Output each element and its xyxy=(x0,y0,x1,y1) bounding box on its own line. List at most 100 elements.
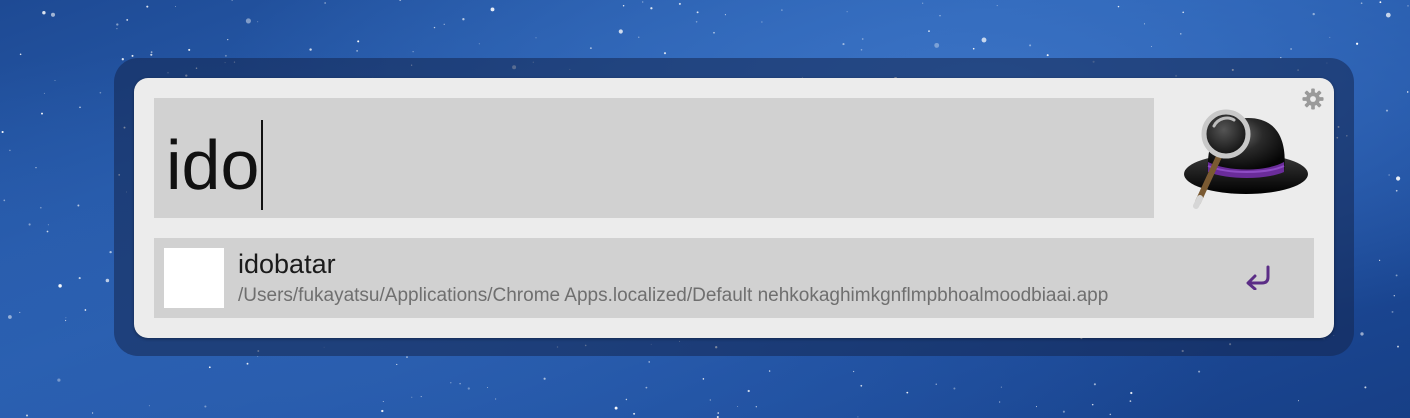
star xyxy=(1144,23,1145,25)
result-title: idobatar xyxy=(238,249,336,279)
star xyxy=(495,398,497,400)
star xyxy=(1312,12,1315,16)
star xyxy=(25,414,29,417)
star xyxy=(543,377,546,380)
star xyxy=(121,58,124,61)
star xyxy=(487,386,489,388)
star xyxy=(412,51,414,53)
star xyxy=(755,406,757,408)
star xyxy=(257,355,259,357)
star xyxy=(420,396,422,398)
star xyxy=(356,50,358,52)
star xyxy=(972,47,975,50)
star xyxy=(1117,5,1120,8)
star xyxy=(1407,5,1409,7)
star xyxy=(231,0,233,1)
star xyxy=(105,278,110,283)
star xyxy=(768,370,771,372)
star xyxy=(246,362,249,365)
star xyxy=(589,47,592,50)
app-icon xyxy=(164,248,224,308)
star xyxy=(399,0,402,1)
star xyxy=(1129,400,1132,402)
return-arrow-icon xyxy=(1246,265,1270,290)
star xyxy=(357,40,360,43)
star xyxy=(1385,12,1391,18)
star xyxy=(450,382,452,384)
star xyxy=(99,91,102,94)
star xyxy=(935,383,937,385)
search-query[interactable]: ido xyxy=(166,120,264,210)
star xyxy=(467,387,470,390)
star xyxy=(1180,33,1182,35)
star xyxy=(1046,54,1049,57)
star xyxy=(633,412,636,415)
star xyxy=(1150,45,1152,47)
star xyxy=(535,37,537,39)
star xyxy=(1130,391,1133,395)
star xyxy=(478,43,480,45)
star xyxy=(1062,410,1065,413)
star xyxy=(1000,386,1002,388)
star xyxy=(996,5,998,7)
star xyxy=(695,21,698,23)
star xyxy=(1379,1,1382,4)
star xyxy=(148,405,150,407)
star xyxy=(1093,383,1096,386)
star xyxy=(860,49,863,51)
star xyxy=(79,106,81,109)
star xyxy=(188,48,191,51)
star xyxy=(709,399,711,401)
star xyxy=(92,412,94,414)
star xyxy=(19,53,22,56)
star xyxy=(126,18,129,21)
star xyxy=(65,319,67,322)
star xyxy=(1395,274,1398,277)
star xyxy=(381,409,384,413)
star xyxy=(928,30,930,32)
star xyxy=(1198,370,1201,373)
star xyxy=(1,130,4,134)
star xyxy=(84,309,87,311)
star xyxy=(57,378,61,382)
star xyxy=(150,51,153,53)
star xyxy=(1388,174,1390,176)
text-caret xyxy=(261,120,264,210)
star xyxy=(78,277,81,280)
star xyxy=(953,387,956,390)
star xyxy=(174,5,176,7)
search-input[interactable]: ido xyxy=(154,98,1154,218)
star xyxy=(678,2,681,5)
star xyxy=(109,250,112,254)
star xyxy=(934,42,940,48)
star xyxy=(58,284,62,288)
star xyxy=(781,9,783,11)
star xyxy=(462,18,465,21)
star xyxy=(1360,332,1364,336)
star xyxy=(614,406,618,410)
star xyxy=(625,398,628,401)
star xyxy=(1396,176,1401,181)
star xyxy=(717,412,719,414)
star xyxy=(998,401,1001,403)
star xyxy=(1035,406,1037,408)
star xyxy=(737,406,739,407)
star xyxy=(490,7,495,12)
star xyxy=(618,29,623,34)
launcher-panel: ido idobatar /Users/fukayatsu/Applicatio… xyxy=(134,78,1334,338)
star xyxy=(650,7,653,10)
star xyxy=(645,386,648,389)
star xyxy=(922,2,924,4)
star xyxy=(204,405,207,408)
star xyxy=(638,36,640,38)
star xyxy=(1360,2,1363,5)
star xyxy=(1379,259,1381,261)
result-row[interactable]: idobatar /Users/fukayatsu/Applications/C… xyxy=(154,238,1314,318)
star xyxy=(65,317,67,319)
star xyxy=(648,361,650,363)
star xyxy=(642,1,644,3)
star xyxy=(245,18,251,24)
star xyxy=(861,38,864,40)
star xyxy=(42,11,46,15)
star xyxy=(208,366,211,369)
